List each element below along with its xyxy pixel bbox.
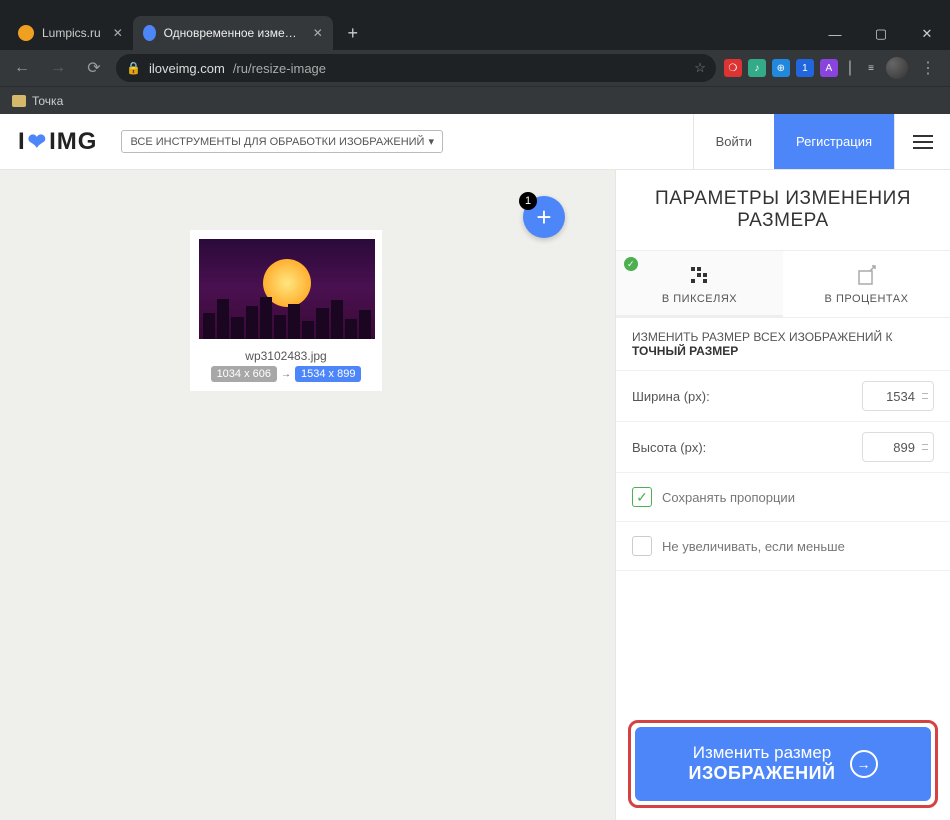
menu-button[interactable]: ⋮ bbox=[914, 54, 942, 82]
canvas: + 1 wp3102483.jpg 1034 x 606 → 1534 x 89… bbox=[0, 170, 615, 820]
image-thumbnail[interactable]: wp3102483.jpg 1034 x 606 → 1534 x 899 bbox=[190, 230, 382, 391]
old-dimensions: 1034 x 606 bbox=[211, 366, 277, 382]
work-area: + 1 wp3102483.jpg 1034 x 606 → 1534 x 89… bbox=[0, 170, 950, 820]
tab-title: Lumpics.ru bbox=[42, 26, 101, 40]
width-label: Ширина (px): bbox=[632, 389, 710, 404]
new-tab-button[interactable]: + bbox=[339, 19, 367, 47]
close-tab-icon[interactable]: ✕ bbox=[113, 26, 123, 40]
tab-label: В ПРОЦЕНТАХ bbox=[783, 293, 950, 305]
url-host: iloveimg.com bbox=[149, 61, 225, 76]
height-input[interactable]: 899 bbox=[862, 432, 934, 462]
tab-strip: Lumpics.ru ✕ Одновременное изменение ра … bbox=[0, 16, 367, 50]
logo[interactable]: I ❤ IMG bbox=[18, 128, 97, 156]
add-image-button[interactable]: + 1 bbox=[523, 196, 565, 238]
arrow-right-icon: → bbox=[850, 750, 878, 778]
favicon-icon bbox=[143, 25, 156, 41]
footer-action: Изменить размер ИЗОБРАЖЕНИЙ → bbox=[616, 708, 950, 820]
address-bar: ← → ⟳ 🔒 iloveimg.com/ru/resize-image ☆ ❍… bbox=[0, 50, 950, 86]
tab-lumpics[interactable]: Lumpics.ru ✕ bbox=[8, 16, 133, 50]
forward-button[interactable]: → bbox=[44, 54, 72, 82]
menu-button[interactable] bbox=[894, 114, 950, 169]
lock-icon: 🔒 bbox=[126, 61, 141, 75]
width-row: Ширина (px): 1534 bbox=[616, 371, 950, 422]
aspect-ratio-row: ✓ Сохранять пропорции bbox=[616, 473, 950, 522]
cta-highlight: Изменить размер ИЗОБРАЖЕНИЙ → bbox=[628, 720, 938, 808]
bookmark-item[interactable]: Точка bbox=[32, 94, 63, 108]
height-row: Высота (px): 899 bbox=[616, 422, 950, 473]
back-button[interactable]: ← bbox=[8, 54, 36, 82]
preview-image bbox=[199, 239, 375, 339]
favicon-icon bbox=[18, 25, 34, 41]
new-dimensions: 1534 x 899 bbox=[295, 366, 361, 382]
tab-percent[interactable]: В ПРОЦЕНТАХ bbox=[783, 251, 950, 317]
url-input[interactable]: 🔒 iloveimg.com/ru/resize-image ☆ bbox=[116, 54, 716, 82]
logo-text-post: IMG bbox=[49, 128, 97, 156]
extension-icon[interactable]: ♪ bbox=[748, 59, 766, 77]
extension-icon[interactable]: 1 bbox=[796, 59, 814, 77]
tools-label: ВСЕ ИНСТРУМЕНТЫ ДЛЯ ОБРАБОТКИ ИЗОБРАЖЕНИ… bbox=[130, 136, 424, 148]
reload-button[interactable]: ⟳ bbox=[80, 54, 108, 82]
sidebar-title: ПАРАМЕТРЫ ИЗМЕНЕНИЯ РАЗМЕРА bbox=[616, 170, 950, 250]
pixels-icon bbox=[616, 265, 783, 287]
folder-icon bbox=[12, 95, 26, 107]
url-path: /ru/resize-image bbox=[233, 61, 326, 76]
logo-text-pre: I bbox=[18, 128, 26, 156]
sidebar: ПАРАМЕТРЫ ИЗМЕНЕНИЯ РАЗМЕРА ✓ В ПИКСЕЛЯХ… bbox=[615, 170, 950, 820]
window-controls: — ▢ ✕ bbox=[812, 18, 950, 50]
no-upscale-label: Не увеличивать, если меньше bbox=[662, 539, 845, 554]
page-content: I ❤ IMG ВСЕ ИНСТРУМЕНТЫ ДЛЯ ОБРАБОТКИ ИЗ… bbox=[0, 114, 950, 820]
maximize-button[interactable]: ▢ bbox=[858, 18, 904, 50]
extension-icon[interactable]: ⊕ bbox=[772, 59, 790, 77]
tab-pixels[interactable]: ✓ В ПИКСЕЛЯХ bbox=[616, 251, 783, 317]
aspect-ratio-checkbox[interactable]: ✓ bbox=[632, 487, 652, 507]
chevron-down-icon: ▾ bbox=[428, 135, 434, 148]
tab-title: Одновременное изменение ра bbox=[164, 26, 301, 40]
check-icon: ✓ bbox=[624, 257, 638, 271]
dimensions: 1034 x 606 → 1534 x 899 bbox=[199, 366, 373, 382]
height-label: Высота (px): bbox=[632, 440, 706, 455]
auth-block: Войти Регистрация bbox=[693, 114, 950, 169]
arrow-right-icon: → bbox=[281, 369, 291, 380]
tab-iloveimg[interactable]: Одновременное изменение ра ✕ bbox=[133, 16, 333, 50]
filename: wp3102483.jpg bbox=[199, 349, 373, 363]
resize-mode-tabs: ✓ В ПИКСЕЛЯХ В ПРОЦЕНТАХ bbox=[616, 250, 950, 318]
resize-button[interactable]: Изменить размер ИЗОБРАЖЕНИЙ → bbox=[635, 727, 931, 801]
close-window-button[interactable]: ✕ bbox=[904, 18, 950, 50]
site-header: I ❤ IMG ВСЕ ИНСТРУМЕНТЫ ДЛЯ ОБРАБОТКИ ИЗ… bbox=[0, 114, 950, 170]
star-icon[interactable]: ☆ bbox=[694, 60, 706, 76]
no-upscale-checkbox[interactable] bbox=[632, 536, 652, 556]
extension-icon[interactable]: A bbox=[820, 59, 838, 77]
minimize-button[interactable]: — bbox=[812, 18, 858, 50]
login-button[interactable]: Войти bbox=[693, 114, 774, 169]
cta-line2: ИЗОБРАЖЕНИЙ bbox=[689, 763, 836, 785]
browser-titlebar: Lumpics.ru ✕ Одновременное изменение ра … bbox=[0, 0, 950, 50]
tab-label: В ПИКСЕЛЯХ bbox=[616, 293, 783, 305]
register-button[interactable]: Регистрация bbox=[774, 114, 894, 169]
close-tab-icon[interactable]: ✕ bbox=[313, 26, 323, 40]
extension-icon[interactable]: ❍ bbox=[724, 59, 742, 77]
reading-list-icon[interactable]: ≡ bbox=[862, 59, 880, 77]
percent-icon bbox=[783, 265, 950, 287]
heart-icon: ❤ bbox=[28, 129, 47, 155]
no-upscale-row: Не увеличивать, если меньше bbox=[616, 522, 950, 571]
cta-text: Изменить размер ИЗОБРАЖЕНИЙ bbox=[689, 743, 836, 785]
separator: | bbox=[844, 59, 856, 77]
image-count-badge: 1 bbox=[519, 192, 537, 210]
aspect-ratio-label: Сохранять пропорции bbox=[662, 490, 795, 505]
cta-line1: Изменить размер bbox=[689, 743, 836, 763]
section-strong: ТОЧНЫЙ РАЗМЕР bbox=[632, 344, 738, 358]
extensions: ❍ ♪ ⊕ 1 A | ≡ ⋮ bbox=[724, 54, 942, 82]
bookmarks-bar: Точка bbox=[0, 86, 950, 114]
width-input[interactable]: 1534 bbox=[862, 381, 934, 411]
section-header: ИЗМЕНИТЬ РАЗМЕР ВСЕХ ИЗОБРАЖЕНИЙ К ТОЧНЫ… bbox=[616, 318, 950, 371]
tools-dropdown[interactable]: ВСЕ ИНСТРУМЕНТЫ ДЛЯ ОБРАБОТКИ ИЗОБРАЖЕНИ… bbox=[121, 130, 443, 153]
profile-avatar[interactable] bbox=[886, 57, 908, 79]
section-lead: ИЗМЕНИТЬ РАЗМЕР ВСЕХ ИЗОБРАЖЕНИЙ К bbox=[632, 330, 892, 344]
